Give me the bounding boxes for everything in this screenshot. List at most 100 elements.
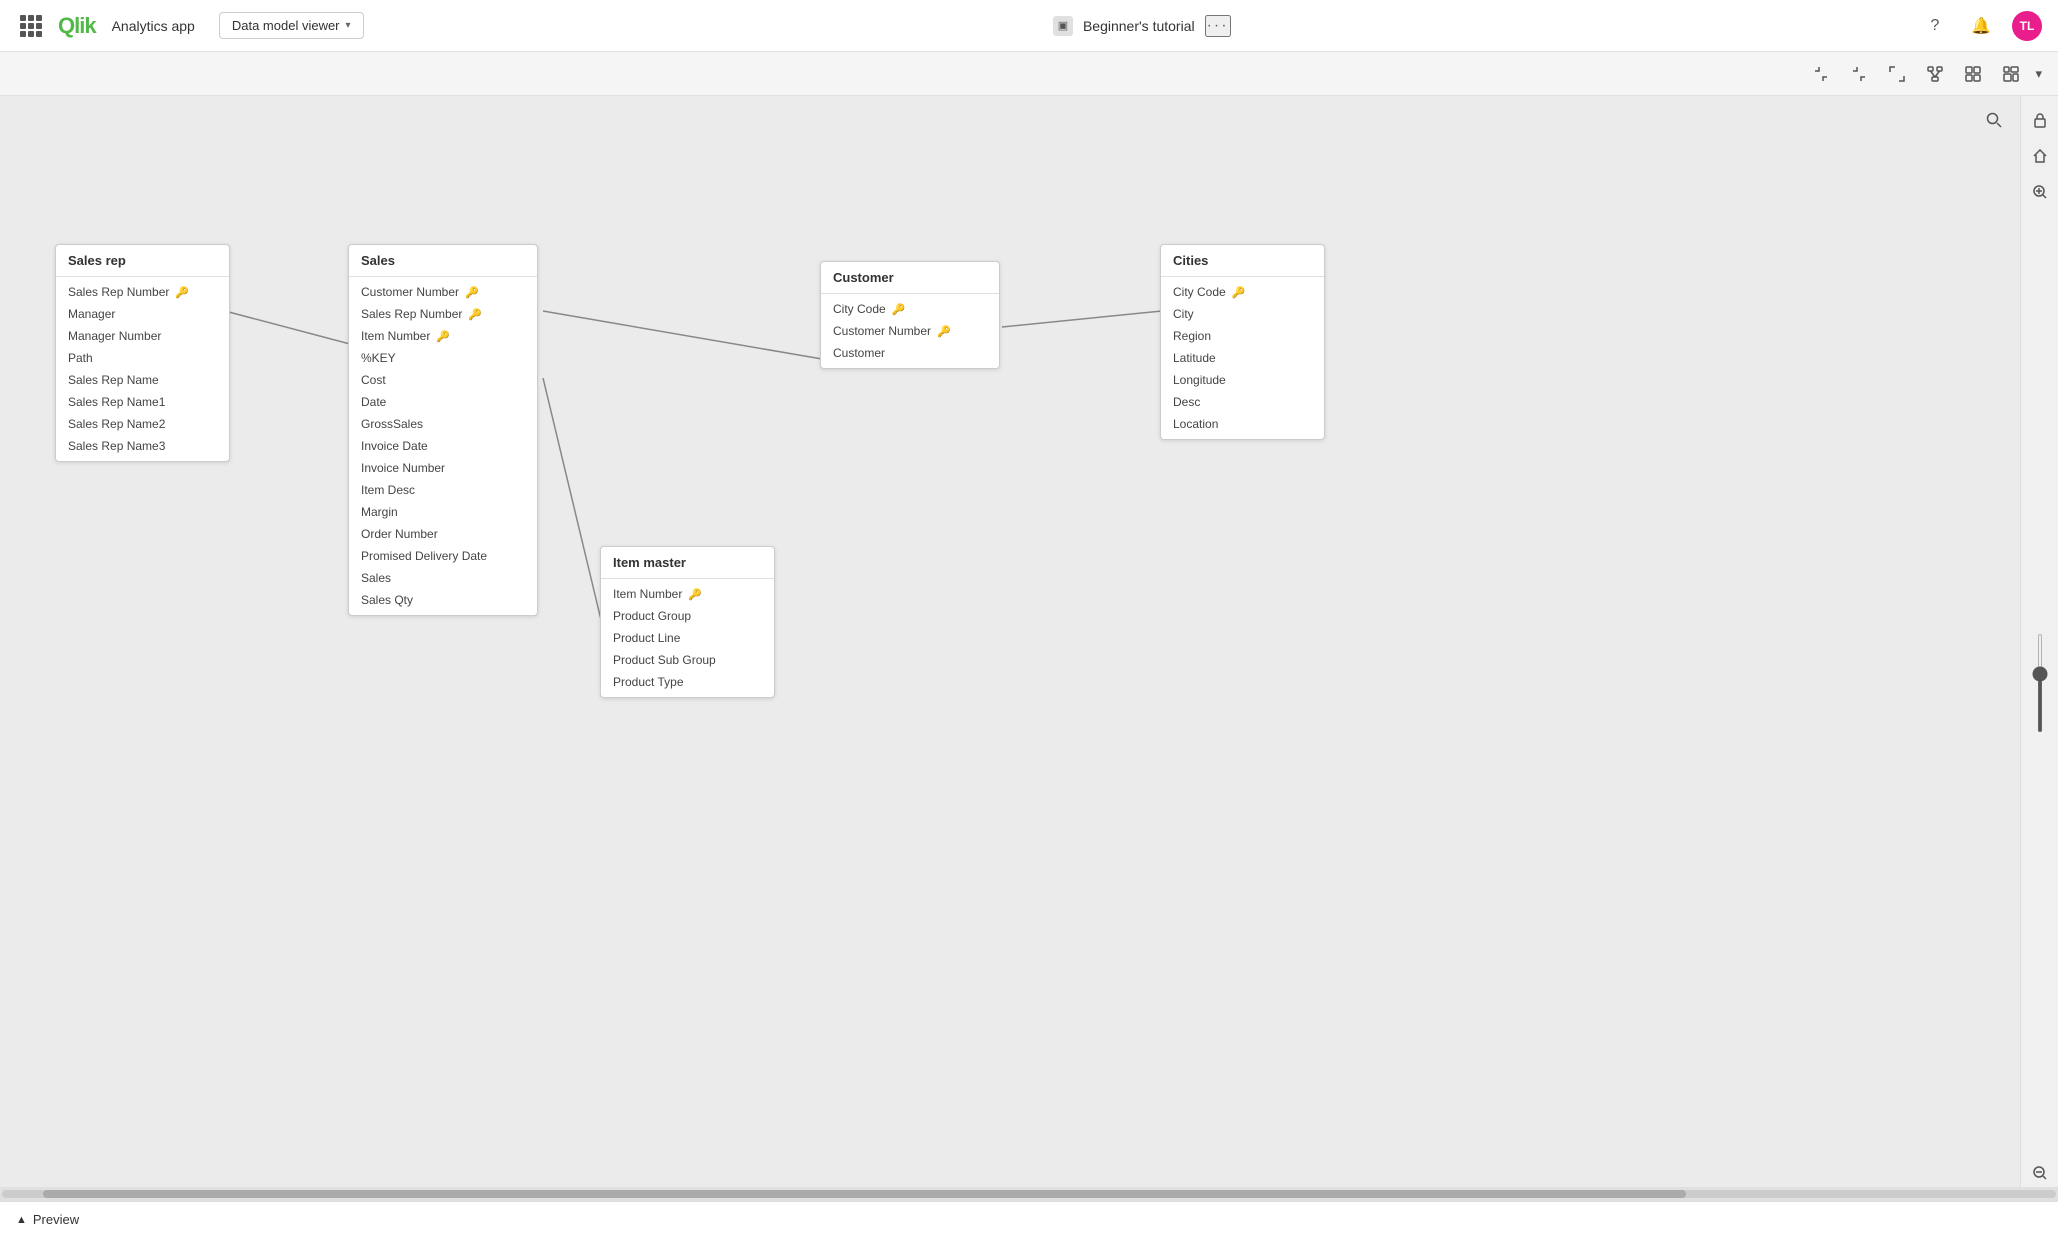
- cities-fields: City Code 🔑 City Region Latitude Longitu…: [1161, 277, 1324, 439]
- tutorial-icon: ▣: [1053, 16, 1073, 36]
- scroll-thumb: [43, 1190, 1686, 1198]
- sales-rep-fields: Sales Rep Number 🔑 Manager Manager Numbe…: [56, 277, 229, 461]
- field-item-desc: Item Desc: [349, 479, 537, 501]
- field-sales-rep-name: Sales Rep Name: [56, 369, 229, 391]
- sales-fields: Customer Number 🔑 Sales Rep Number 🔑 Ite…: [349, 277, 537, 615]
- field-product-sub-group: Product Sub Group: [601, 649, 774, 671]
- field-sales-rep-name3: Sales Rep Name3: [56, 435, 229, 457]
- layout-options-button[interactable]: [1997, 60, 2025, 88]
- field-sales: Sales: [349, 567, 537, 589]
- field-customer-number-c: Customer Number 🔑: [821, 320, 999, 342]
- canvas-area: Sales rep Sales Rep Number 🔑 Manager Man…: [0, 96, 2058, 1187]
- notifications-button[interactable]: 🔔: [1966, 11, 1996, 41]
- toolbar-row: ▾: [0, 52, 2058, 96]
- field-promised-delivery-date: Promised Delivery Date: [349, 545, 537, 567]
- field-margin: Margin: [349, 501, 537, 523]
- field-item-number-s: Item Number 🔑: [349, 325, 537, 347]
- field-item-number-im: Item Number 🔑: [601, 583, 774, 605]
- field-order-number: Order Number: [349, 523, 537, 545]
- field-manager: Manager: [56, 303, 229, 325]
- tutorial-label: Beginner's tutorial: [1083, 18, 1195, 34]
- field-path: Path: [56, 347, 229, 369]
- app-title: Analytics app: [112, 18, 195, 34]
- key-icon-im: 🔑: [688, 588, 702, 601]
- field-latitude: Latitude: [1161, 347, 1324, 369]
- apps-grid-icon: [20, 15, 42, 37]
- more-options-button[interactable]: ···: [1205, 15, 1231, 37]
- grid-2-button[interactable]: [1959, 60, 1987, 88]
- field-pct-key: %KEY: [349, 347, 537, 369]
- compress-center-button[interactable]: [1845, 60, 1873, 88]
- preview-label: Preview: [33, 1212, 79, 1227]
- layout-dropdown-arrow[interactable]: ▾: [2035, 66, 2042, 82]
- field-sales-rep-name1: Sales Rep Name1: [56, 391, 229, 413]
- key-icon-srn: 🔑: [175, 286, 189, 299]
- cities-table-header: Cities: [1161, 245, 1324, 277]
- sales-table: Sales Customer Number 🔑 Sales Rep Number…: [348, 244, 538, 616]
- header-right: ? 🔔 TL: [1920, 11, 2042, 41]
- field-sales-rep-name2: Sales Rep Name2: [56, 413, 229, 435]
- home-icon-btn[interactable]: [2026, 142, 2054, 170]
- field-region: Region: [1161, 325, 1324, 347]
- header-center: ▣ Beginner's tutorial ···: [376, 15, 1908, 37]
- right-sidebar: [2020, 96, 2058, 1187]
- field-date: Date: [349, 391, 537, 413]
- search-button[interactable]: [1980, 106, 2008, 134]
- node-layout-button[interactable]: [1921, 60, 1949, 88]
- zoom-slider-container: [2038, 214, 2042, 1151]
- field-location: Location: [1161, 413, 1324, 435]
- field-sales-qty: Sales Qty: [349, 589, 537, 611]
- zoom-in-btn[interactable]: [2026, 178, 2054, 206]
- chevron-down-icon: ▾: [346, 20, 351, 31]
- key-icon-ci: 🔑: [1232, 286, 1246, 299]
- key-icon-srns: 🔑: [468, 308, 482, 321]
- preview-toggle[interactable]: ▲ Preview: [16, 1212, 79, 1227]
- field-sales-rep-number-s: Sales Rep Number 🔑: [349, 303, 537, 325]
- horizontal-scrollbar[interactable]: [0, 1187, 2058, 1201]
- field-longitude: Longitude: [1161, 369, 1324, 391]
- field-product-group: Product Group: [601, 605, 774, 627]
- field-gross-sales: GrossSales: [349, 413, 537, 435]
- expand-button[interactable]: [1883, 60, 1911, 88]
- customer-table: Customer City Code 🔑 Customer Number 🔑 C…: [820, 261, 1000, 369]
- cities-table: Cities City Code 🔑 City Region Latitude …: [1160, 244, 1325, 440]
- sales-table-header: Sales: [349, 245, 537, 277]
- field-customer: Customer: [821, 342, 999, 364]
- app-header: Qlik Analytics app Data model viewer ▾ ▣…: [0, 0, 2058, 52]
- scroll-track: [2, 1190, 2056, 1198]
- connections-svg: [0, 96, 2058, 1187]
- preview-arrow-icon: ▲: [16, 1214, 27, 1226]
- field-desc: Desc: [1161, 391, 1324, 413]
- help-button[interactable]: ?: [1920, 11, 1950, 41]
- zoom-out-btn[interactable]: [2026, 1159, 2054, 1187]
- user-avatar[interactable]: TL: [2012, 11, 2042, 41]
- field-invoice-number: Invoice Number: [349, 457, 537, 479]
- item-master-fields: Item Number 🔑 Product Group Product Line…: [601, 579, 774, 697]
- key-icon-cn: 🔑: [465, 286, 479, 299]
- field-city-code-ci: City Code 🔑: [1161, 281, 1324, 303]
- field-sales-rep-number: Sales Rep Number 🔑: [56, 281, 229, 303]
- zoom-slider[interactable]: [2038, 633, 2042, 733]
- compress-left-button[interactable]: [1807, 60, 1835, 88]
- bottom-bar: ▲ Preview: [0, 1201, 2058, 1237]
- qlik-logo: Qlik: [58, 13, 96, 39]
- key-icon-cnc: 🔑: [937, 325, 951, 338]
- field-invoice-date: Invoice Date: [349, 435, 537, 457]
- field-city: City: [1161, 303, 1324, 325]
- data-model-viewer-dropdown[interactable]: Data model viewer ▾: [219, 12, 364, 39]
- grid-menu-button[interactable]: [16, 11, 46, 41]
- field-product-type: Product Type: [601, 671, 774, 693]
- sales-rep-table: Sales rep Sales Rep Number 🔑 Manager Man…: [55, 244, 230, 462]
- field-manager-number: Manager Number: [56, 325, 229, 347]
- dropdown-label: Data model viewer: [232, 18, 340, 33]
- sales-rep-table-header: Sales rep: [56, 245, 229, 277]
- field-city-code-c: City Code 🔑: [821, 298, 999, 320]
- lock-icon-btn[interactable]: [2026, 106, 2054, 134]
- item-master-table: Item master Item Number 🔑 Product Group …: [600, 546, 775, 698]
- item-master-table-header: Item master: [601, 547, 774, 579]
- customer-fields: City Code 🔑 Customer Number 🔑 Customer: [821, 294, 999, 368]
- key-icon-ins: 🔑: [436, 330, 450, 343]
- key-icon-cc: 🔑: [892, 303, 906, 316]
- field-product-line: Product Line: [601, 627, 774, 649]
- field-customer-number: Customer Number 🔑: [349, 281, 537, 303]
